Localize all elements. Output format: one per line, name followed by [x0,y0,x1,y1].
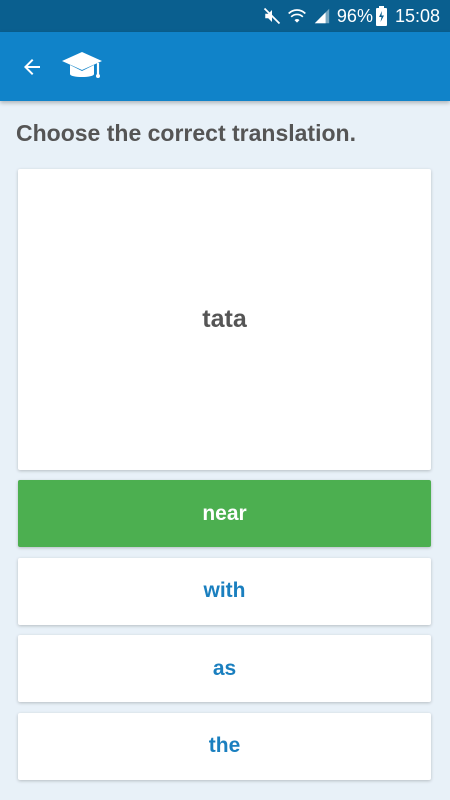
answer-option-with[interactable]: with [18,557,431,625]
status-bar: 96% 15:08 [0,0,450,32]
back-arrow-icon [24,58,40,75]
answer-option-as[interactable]: as [18,635,431,702]
back-button[interactable] [14,49,50,85]
signal-icon [313,7,331,25]
app-bar [0,32,450,101]
wifi-icon [287,7,307,25]
quiz-word: tata [202,305,247,333]
answer-option-the[interactable]: the [18,712,431,780]
answer-option-near[interactable]: near [18,480,431,547]
battery-charging-icon [375,6,387,26]
quiz-prompt: Choose the correct translation. [16,120,356,146]
battery-percent: 96% [336,5,373,26]
clock: 15:08 [394,5,440,26]
graduation-cap-icon [60,49,104,85]
answer-list: near with as the [18,480,431,790]
word-card: tata [18,169,431,470]
mute-icon [263,7,281,25]
